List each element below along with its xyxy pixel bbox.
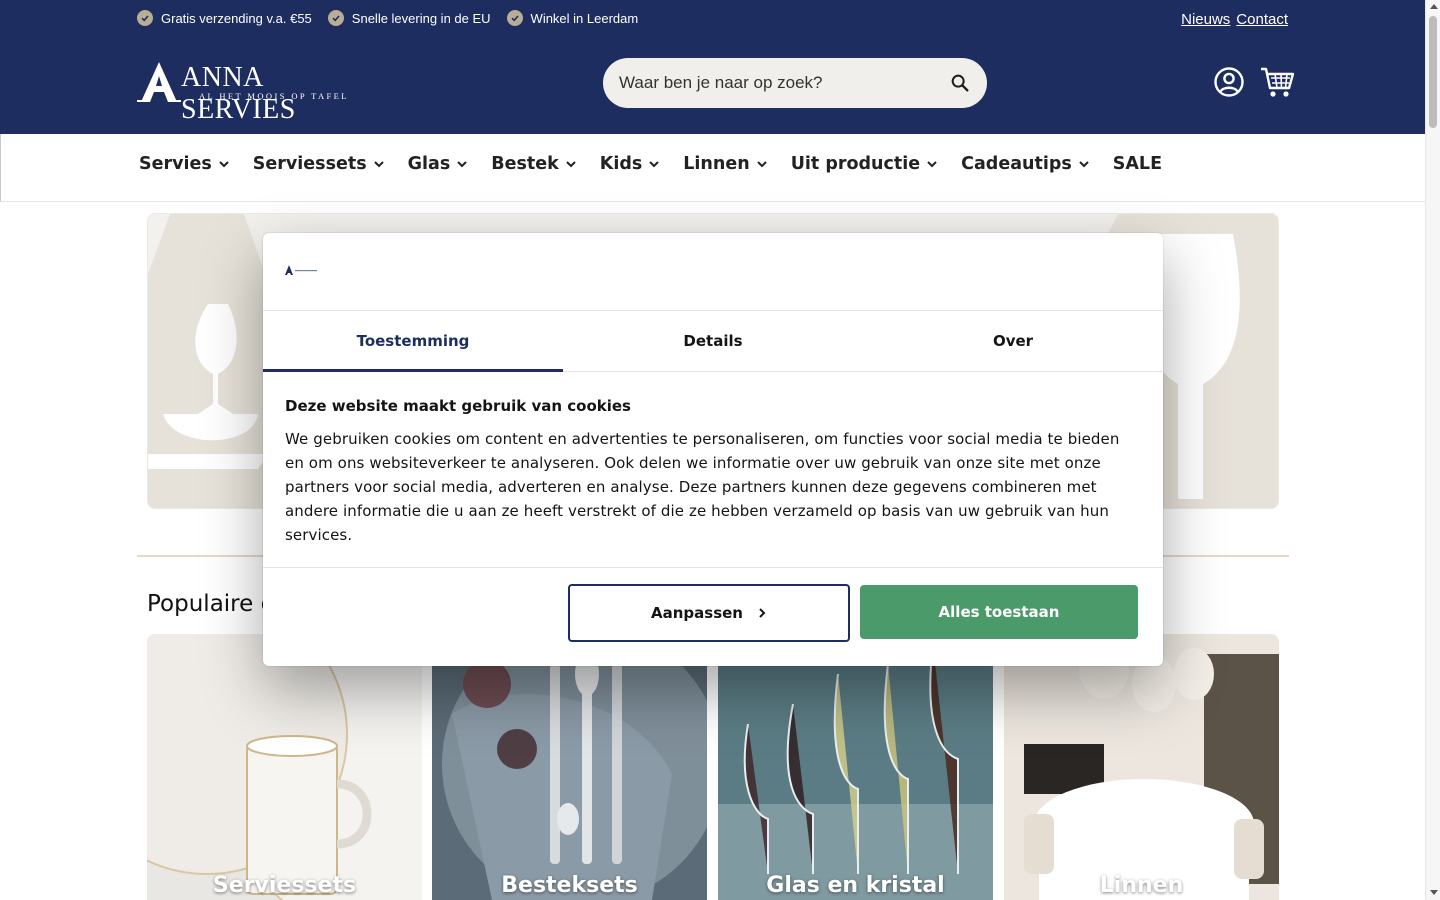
tab-over[interactable]: Over (863, 311, 1163, 371)
chevron-right-icon (759, 608, 766, 618)
consent-body: Deze website maakt gebruik van cookies W… (263, 372, 1163, 568)
scroll-thumb[interactable] (1429, 16, 1437, 128)
customize-button[interactable]: Aanpassen (568, 584, 850, 642)
tab-toestemming[interactable]: Toestemming (263, 311, 563, 372)
scroll-down-arrow-icon[interactable] (1430, 890, 1438, 895)
modal-header (263, 233, 1163, 311)
tab-details[interactable]: Details (563, 311, 863, 371)
allow-all-label: Alles toestaan (938, 603, 1060, 621)
cookie-consent-dialog: Toestemming Details Over Deze website ma… (263, 233, 1163, 666)
consent-text: We gebruiken cookies om content en adver… (285, 430, 1120, 544)
modal-overlay: Toestemming Details Over Deze website ma… (0, 0, 1440, 900)
customize-label: Aanpassen (651, 604, 743, 622)
page-scrollbar[interactable] (1425, 0, 1440, 900)
consent-title: Deze website maakt gebruik van cookies (285, 397, 631, 415)
consent-actions: Aanpassen Alles toestaan (263, 568, 1163, 665)
scroll-up-arrow-icon[interactable] (1430, 4, 1438, 9)
brand-logo-icon (285, 265, 317, 275)
allow-all-button[interactable]: Alles toestaan (860, 585, 1138, 639)
consent-tabs: Toestemming Details Over (263, 311, 1163, 372)
